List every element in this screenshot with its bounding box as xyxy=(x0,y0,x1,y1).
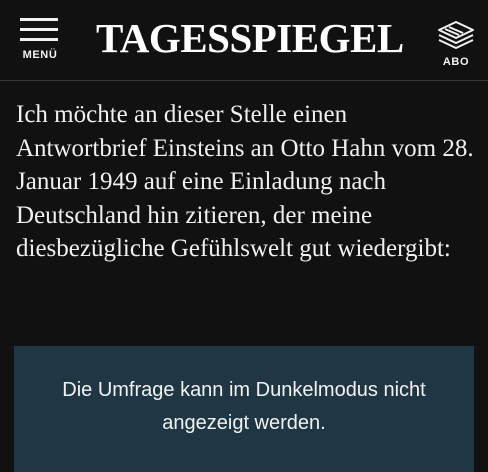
abo-label: ABO xyxy=(442,56,470,68)
site-logo[interactable]: TAGESSPIEGEL xyxy=(96,12,404,64)
site-header: MENÜ TAGESSPIEGEL ABO xyxy=(0,0,488,81)
article-paragraph: Ich möchte an dieser Stelle einen Antwor… xyxy=(16,101,474,262)
abo-button[interactable]: ABO xyxy=(430,18,482,72)
poll-notice-text: Die Umfrage kann im Dunkelmodus nicht an… xyxy=(62,379,426,434)
menu-label: MENÜ xyxy=(22,49,58,61)
poll-notice: Die Umfrage kann im Dunkelmodus nicht an… xyxy=(14,346,474,472)
hamburger-menu-icon xyxy=(20,18,58,41)
newspaper-stack-icon xyxy=(438,21,474,49)
menu-button[interactable]: MENÜ xyxy=(14,16,68,68)
